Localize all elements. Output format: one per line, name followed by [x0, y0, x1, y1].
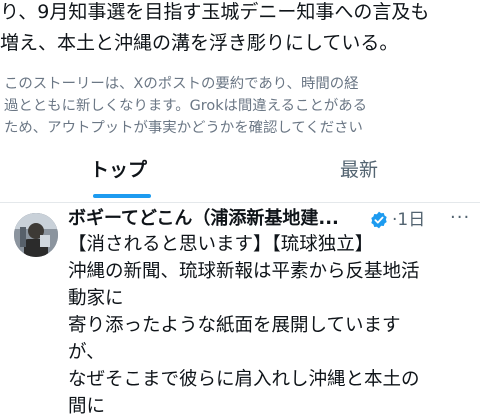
disclaimer-line: 過とともに新しくなります。Grokは間違えることがある	[4, 98, 368, 114]
post-meta: ·1日	[392, 208, 425, 232]
post-text-line: が、	[68, 342, 105, 363]
disclaimer-line: このストーリーは、Xのポストの要約であり、時間の経	[4, 76, 359, 92]
summary-line: 増え、本土と沖縄の溝を浮き彫りにしている。	[0, 32, 399, 54]
verified-badge-icon	[371, 211, 387, 229]
post-text-line: 動家に	[68, 288, 124, 309]
summary-line: り、9月知事選を目指す玉城デニー知事への言及も	[0, 1, 430, 23]
more-options-icon[interactable]: ···	[450, 207, 470, 229]
author-name[interactable]: ボギーてどこん（浦添新基地建...	[68, 207, 366, 231]
post-text-line: なぜそこまで彼らに肩入れし沖縄と本土の	[68, 369, 420, 390]
post-text-line: 間に	[68, 396, 106, 417]
active-tab-indicator	[93, 194, 151, 198]
avatar-image	[14, 213, 58, 257]
tab-top[interactable]: トップ	[90, 158, 147, 182]
post-text-line: 【消されると思います】【琉球独立】	[68, 234, 374, 255]
tab-latest[interactable]: 最新	[340, 158, 378, 182]
disclaimer-line: ため、アウトプットが事実かどうかを確認してください	[4, 120, 363, 136]
post[interactable]: ボギーてどこん（浦添新基地建... ·1日 ··· 【消されると思います】【琉球…	[0, 203, 480, 417]
post-header: ボギーてどこん（浦添新基地建... ·1日 ···	[68, 207, 478, 233]
avatar[interactable]	[14, 213, 58, 257]
tab-bar: トップ 最新	[0, 150, 480, 203]
post-text-line: 沖縄の新聞、琉球新報は平素から反基地活	[68, 261, 420, 282]
post-time[interactable]: 1日	[397, 210, 425, 230]
post-text-line: 寄り添ったような紙面を展開しています	[68, 315, 401, 336]
